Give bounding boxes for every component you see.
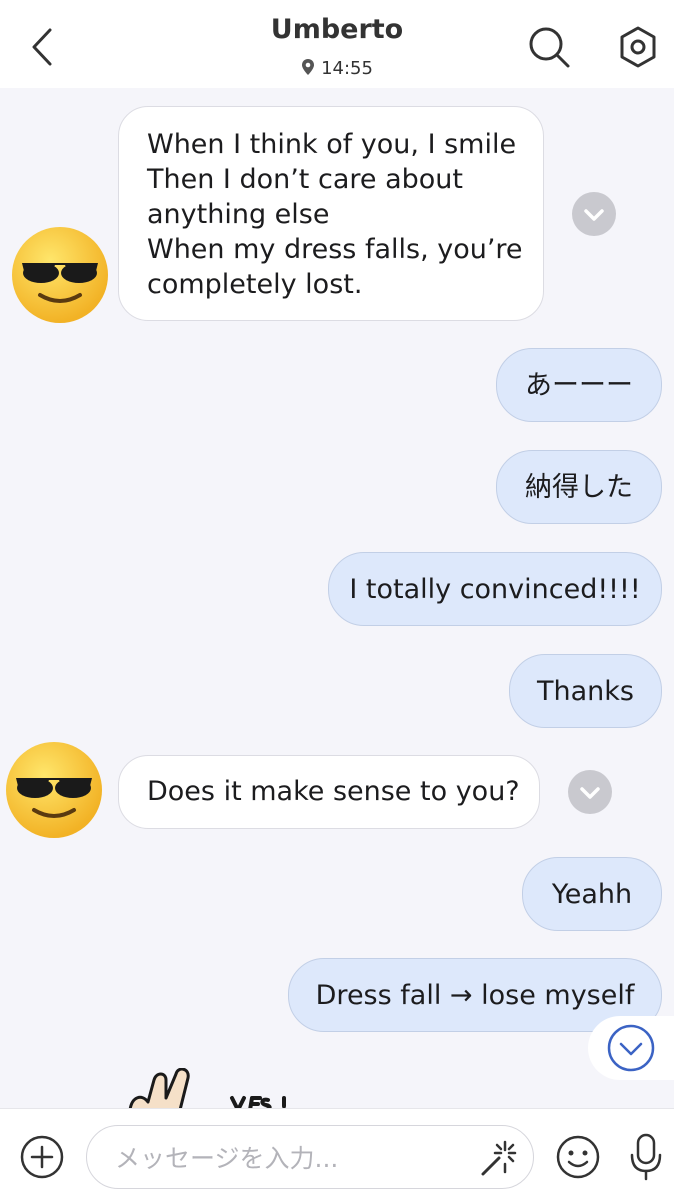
- emoji-button[interactable]: [554, 1133, 602, 1181]
- message-bubble-sent[interactable]: 納得した: [496, 450, 662, 524]
- voice-message-button[interactable]: [624, 1131, 668, 1183]
- chevron-down-icon: [572, 192, 616, 236]
- message-line: When my dress falls, you’re: [147, 234, 523, 265]
- message-line: completely lost.: [147, 269, 363, 300]
- sunglasses-emoji-avatar: [6, 742, 102, 838]
- message-bubble-sent[interactable]: Yeahh: [522, 857, 662, 931]
- contact-name: Umberto: [270, 14, 404, 45]
- avatar[interactable]: [10, 225, 110, 325]
- plus-icon: [20, 1135, 64, 1179]
- search-button[interactable]: [526, 24, 572, 70]
- add-attachment-button[interactable]: [18, 1133, 66, 1181]
- chevron-down-icon: [568, 770, 612, 814]
- message-text: あーーー: [525, 369, 633, 401]
- message-input[interactable]: [113, 1136, 467, 1180]
- sunglasses-emoji-avatar: [12, 227, 108, 323]
- message-text: I totally convinced!!!!: [349, 573, 641, 605]
- message-options-button[interactable]: [568, 770, 612, 814]
- last-seen-time: 14:55: [321, 58, 373, 79]
- message-composer: [0, 1108, 674, 1201]
- message-line: anything else: [147, 199, 330, 230]
- magic-wand-icon: [481, 1140, 517, 1176]
- sticker-image: [128, 1068, 286, 1110]
- message-options-button[interactable]: [572, 192, 616, 236]
- last-seen: 14:55: [0, 58, 674, 79]
- message-text: Does it make sense to you?: [147, 776, 520, 807]
- settings-button[interactable]: [616, 24, 660, 70]
- search-icon: [529, 27, 570, 68]
- effects-button[interactable]: [477, 1138, 519, 1180]
- emoji-icon: [556, 1135, 600, 1179]
- message-bubble-received[interactable]: When I think of you, I smile Then I don’…: [118, 106, 544, 321]
- avatar[interactable]: [4, 740, 104, 840]
- message-bubble-sent[interactable]: あーーー: [496, 348, 662, 422]
- scroll-to-bottom-button[interactable]: [588, 1016, 674, 1080]
- settings-icon: [620, 26, 656, 68]
- message-bubble-sent[interactable]: Thanks: [509, 654, 662, 728]
- message-line: Then I don’t care about: [147, 164, 463, 195]
- message-bubble-received[interactable]: Does it make sense to you?: [118, 755, 540, 829]
- microphone-icon: [630, 1133, 662, 1181]
- message-text: 納得した: [525, 471, 633, 503]
- location-pin-icon: [302, 59, 315, 75]
- sticker-message[interactable]: [120, 1068, 320, 1110]
- message-text: Yeahh: [551, 878, 633, 910]
- message-line: When I think of you, I smile: [147, 129, 517, 160]
- message-text: Dress fall → lose myself: [315, 979, 635, 1011]
- message-text: Thanks: [537, 675, 634, 707]
- message-bubble-sent[interactable]: I totally convinced!!!!: [328, 552, 662, 626]
- message-input-container[interactable]: [86, 1125, 534, 1189]
- scroll-down-icon: [607, 1024, 655, 1072]
- chat-header: Umberto 14:55: [0, 0, 674, 88]
